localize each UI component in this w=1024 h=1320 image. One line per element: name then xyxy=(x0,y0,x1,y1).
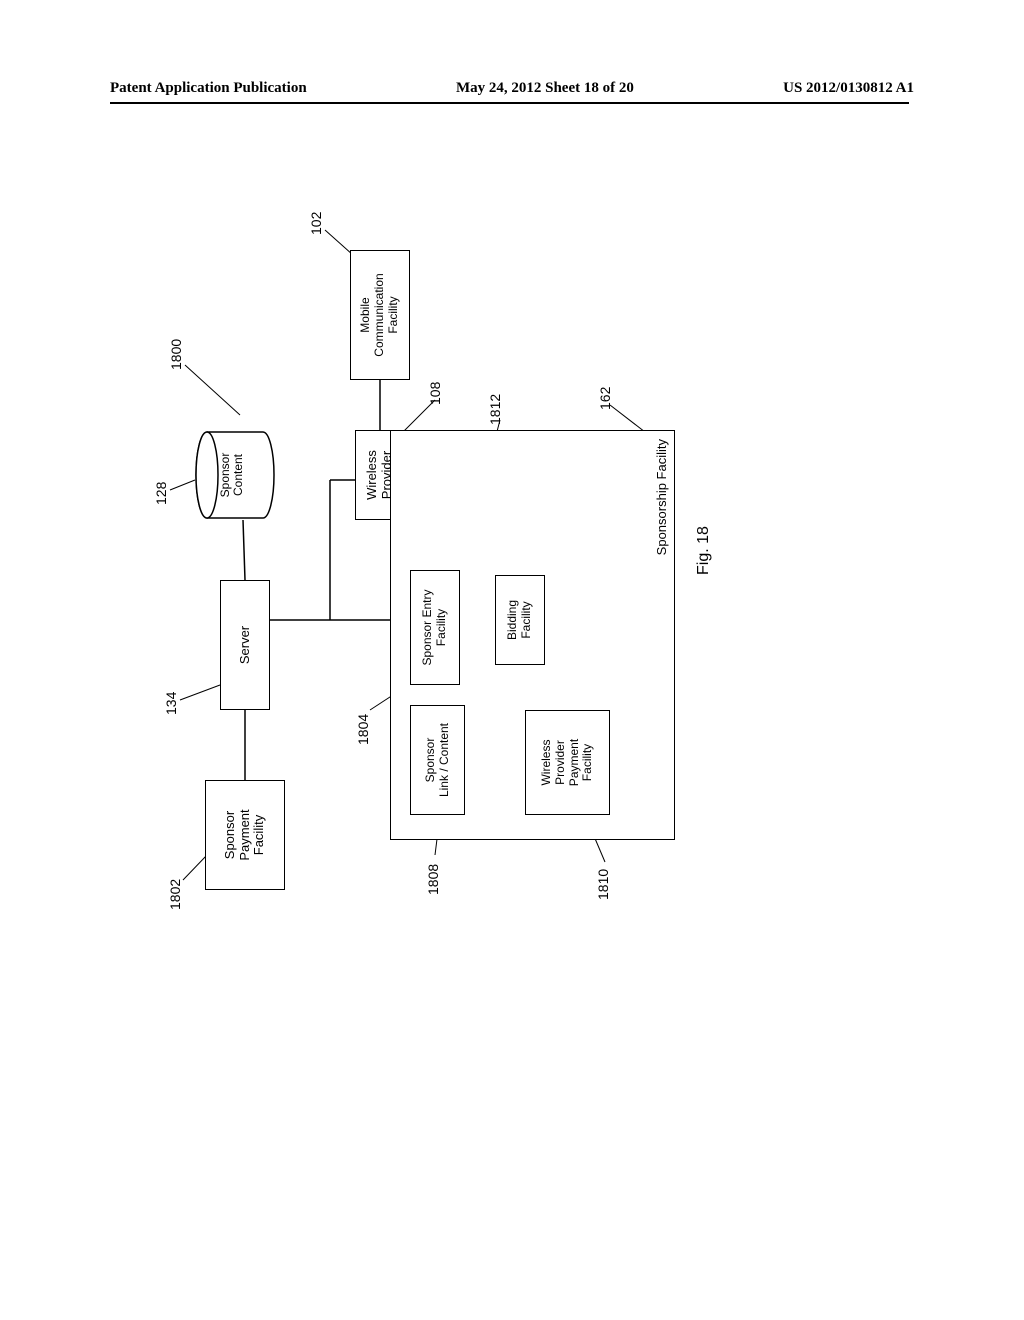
ref-1800: 1800 xyxy=(168,339,184,370)
figure-canvas: Sponsor Payment Facility Server Sponsor … xyxy=(165,170,715,910)
ref-108: 108 xyxy=(427,382,443,405)
box-mobile-communication-facility: Mobile Communication Facility xyxy=(350,250,410,380)
ref-128: 128 xyxy=(153,482,169,505)
ref-1812: 1812 xyxy=(487,394,503,425)
header-right: US 2012/0130812 A1 xyxy=(783,80,914,97)
ref-134: 134 xyxy=(163,692,179,715)
header-rule xyxy=(110,102,909,104)
ref-1802: 1802 xyxy=(167,879,183,910)
page-header: Patent Application Publication May 24, 2… xyxy=(0,80,1024,97)
ref-162: 162 xyxy=(597,387,613,410)
box-sponsor-link-content: Sponsor Link / Content xyxy=(410,705,465,815)
cylinder-label: Sponsor Content xyxy=(219,430,245,520)
sponsorship-facility-label: Sponsorship Facility xyxy=(655,439,670,555)
ref-1810: 1810 xyxy=(595,869,611,900)
figure-number: Fig. 18 xyxy=(695,526,713,575)
box-sponsor-payment-facility: Sponsor Payment Facility xyxy=(205,780,285,890)
figure-wrapper: Sponsor Payment Facility Server Sponsor … xyxy=(90,160,790,920)
ref-1804: 1804 xyxy=(355,714,371,745)
header-left: Patent Application Publication xyxy=(110,80,307,97)
header-center: May 24, 2012 Sheet 18 of 20 xyxy=(456,80,634,97)
ref-102: 102 xyxy=(308,212,324,235)
cylinder-sponsor-content: Sponsor Content xyxy=(195,430,275,520)
box-sponsor-entry-facility: Sponsor Entry Facility xyxy=(410,570,460,685)
box-wireless-provider-payment-facility: Wireless Provider Payment Facility xyxy=(525,710,610,815)
ref-1808: 1808 xyxy=(425,864,441,895)
box-server: Server xyxy=(220,580,270,710)
box-bidding-facility: Bidding Facility xyxy=(495,575,545,665)
